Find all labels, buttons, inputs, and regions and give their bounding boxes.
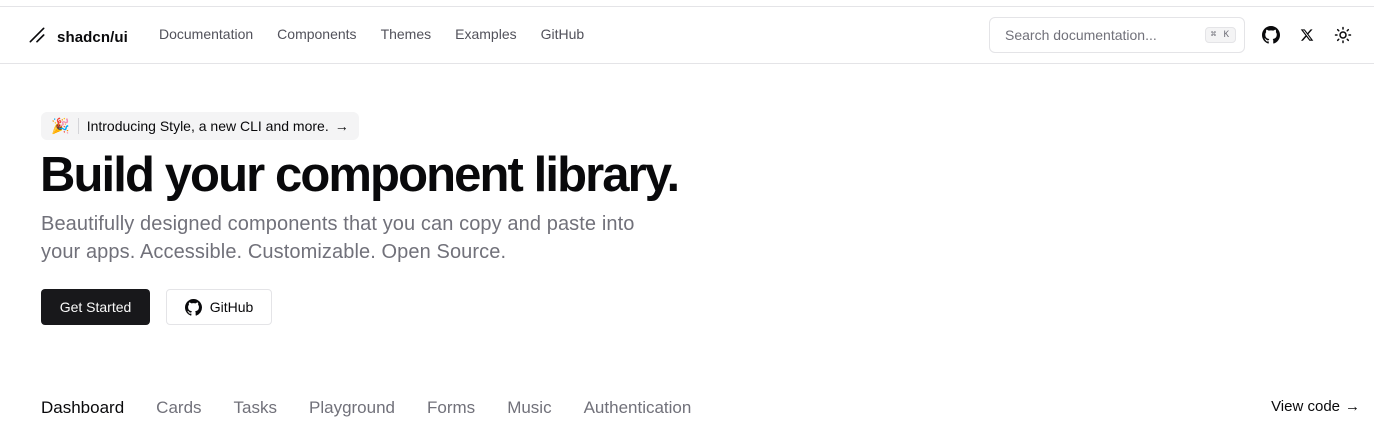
search-placeholder: Search documentation...	[1005, 27, 1157, 43]
announcement-link[interactable]: 🎉 Introducing Style, a new CLI and more.…	[41, 112, 359, 140]
page-subtitle: Beautifully designed components that you…	[41, 213, 635, 263]
examples-tabs: Dashboard Cards Tasks Playground Forms M…	[41, 398, 691, 418]
tab-forms[interactable]: Forms	[427, 398, 475, 418]
github-button-label: GitHub	[209, 299, 254, 315]
view-code-label: View code	[1271, 398, 1340, 415]
logo-link[interactable]: shadcn/ui	[27, 25, 128, 50]
site-header: shadcn/ui Documentation Components Theme…	[0, 7, 1374, 64]
tab-dashboard[interactable]: Dashboard	[41, 398, 124, 418]
logo-text: shadcn/ui	[57, 29, 128, 46]
sun-icon[interactable]	[1332, 24, 1354, 46]
tab-tasks[interactable]: Tasks	[234, 398, 277, 418]
announcement-text: Introducing Style, a new CLI and more.	[86, 118, 329, 134]
github-button[interactable]: GitHub	[166, 289, 272, 325]
tab-music[interactable]: Music	[507, 398, 551, 418]
tab-playground[interactable]: Playground	[309, 398, 395, 418]
tab-cards[interactable]: Cards	[156, 398, 201, 418]
arrow-right-icon: →	[1345, 398, 1360, 415]
party-emoji-icon: 🎉	[51, 118, 70, 135]
nav-themes[interactable]: Themes	[381, 26, 432, 42]
view-code-link[interactable]: View code →	[1271, 398, 1360, 415]
github-icon[interactable]	[1260, 24, 1282, 46]
x-icon[interactable]	[1296, 24, 1318, 46]
tab-authentication[interactable]: Authentication	[584, 398, 692, 418]
logo-icon	[27, 25, 47, 50]
nav-github[interactable]: GitHub	[541, 26, 585, 42]
main-nav: Documentation Components Themes Examples…	[159, 26, 584, 42]
announcement-divider	[77, 118, 79, 134]
github-icon	[184, 298, 202, 316]
search-button[interactable]: Search documentation... ⌘ K	[989, 17, 1245, 53]
search-shortcut: ⌘ K	[1204, 27, 1236, 43]
page-title: Build your component library.	[40, 148, 680, 202]
nav-documentation[interactable]: Documentation	[159, 26, 253, 42]
get-started-button[interactable]: Get Started	[41, 289, 150, 325]
arrow-right-icon: →	[334, 118, 349, 134]
nav-components[interactable]: Components	[277, 26, 356, 42]
nav-examples[interactable]: Examples	[455, 26, 516, 42]
